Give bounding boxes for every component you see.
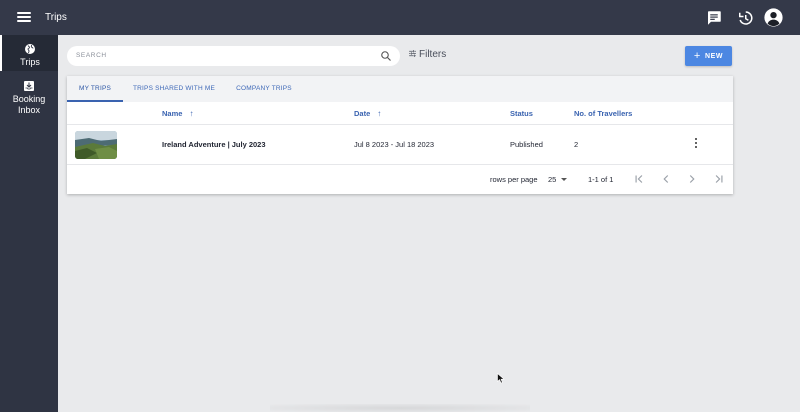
account-avatar-icon[interactable] bbox=[764, 8, 783, 27]
pagination-range: 1-1 of 1 bbox=[588, 175, 614, 184]
trip-status: Published bbox=[510, 140, 543, 149]
rows-per-page-label: rows per page bbox=[490, 175, 538, 184]
sidebar-item-label: Trips bbox=[20, 57, 40, 67]
search-icon[interactable] bbox=[380, 50, 392, 62]
caret-down-icon bbox=[561, 178, 568, 181]
top-app-bar: Trips bbox=[0, 0, 800, 35]
trips-table-card: MY TRIPS TRIPS SHARED WITH ME COMPANY TR… bbox=[67, 76, 733, 194]
sidebar-item-label: Inbox bbox=[17, 105, 41, 115]
tab-my-trips[interactable]: MY TRIPS bbox=[67, 76, 123, 102]
column-header-travellers: No. of Travellers bbox=[574, 109, 633, 118]
sidebar-nav: Trips Booking Inbox bbox=[0, 35, 58, 412]
sort-arrow-icon: ↑ bbox=[189, 109, 194, 118]
sidebar-item-label: Booking bbox=[12, 94, 46, 104]
column-header-status: Status bbox=[510, 109, 533, 118]
page-title: Trips bbox=[45, 12, 67, 23]
sort-arrow-icon: ↑ bbox=[377, 109, 382, 118]
filters-label: Filters bbox=[419, 49, 447, 60]
globe-icon bbox=[25, 44, 35, 54]
table-row[interactable]: Ireland Adventure | July 2023 Jul 8 2023… bbox=[67, 124, 733, 165]
pagination-bar: rows per page 25 1-1 of 1 bbox=[67, 166, 733, 194]
first-page-icon[interactable] bbox=[632, 172, 646, 186]
history-icon[interactable] bbox=[736, 9, 754, 27]
sidebar-item-booking-inbox[interactable]: Booking Inbox bbox=[0, 80, 58, 120]
rows-per-page-select[interactable]: 25 bbox=[548, 175, 568, 184]
sidebar-item-trips[interactable]: Trips bbox=[0, 35, 58, 71]
trip-name[interactable]: Ireland Adventure | July 2023 bbox=[162, 140, 266, 149]
previous-page-icon[interactable] bbox=[659, 172, 673, 186]
drag-shadow bbox=[270, 404, 530, 412]
filters-button[interactable]: Filters bbox=[408, 49, 446, 60]
trip-travellers: 2 bbox=[574, 140, 579, 149]
next-page-icon[interactable] bbox=[685, 172, 699, 186]
last-page-icon[interactable] bbox=[712, 172, 726, 186]
hamburger-menu-icon[interactable] bbox=[14, 10, 34, 26]
search-input[interactable]: SEARCH bbox=[67, 46, 400, 66]
new-button-label: NEW bbox=[704, 53, 724, 60]
plus-icon: + bbox=[693, 50, 701, 62]
trip-thumbnail-image bbox=[75, 131, 117, 159]
trip-date: Jul 8 2023 - Jul 18 2023 bbox=[354, 140, 435, 149]
more-vert-icon[interactable] bbox=[693, 138, 699, 151]
filter-sliders-icon bbox=[409, 50, 416, 57]
trip-tabs: MY TRIPS TRIPS SHARED WITH ME COMPANY TR… bbox=[67, 76, 733, 102]
chat-icon[interactable] bbox=[705, 9, 723, 27]
tab-company-trips[interactable]: COMPANY TRIPS bbox=[231, 76, 297, 102]
column-header-date[interactable]: Date ↑ bbox=[354, 109, 381, 118]
inbox-download-icon bbox=[24, 81, 34, 91]
search-placeholder: SEARCH bbox=[76, 52, 107, 59]
mouse-pointer-icon bbox=[497, 373, 505, 384]
column-header-name[interactable]: Name ↑ bbox=[162, 109, 193, 118]
new-trip-button[interactable]: + NEW bbox=[685, 46, 732, 66]
tab-trips-shared-with-me[interactable]: TRIPS SHARED WITH ME bbox=[129, 76, 219, 102]
